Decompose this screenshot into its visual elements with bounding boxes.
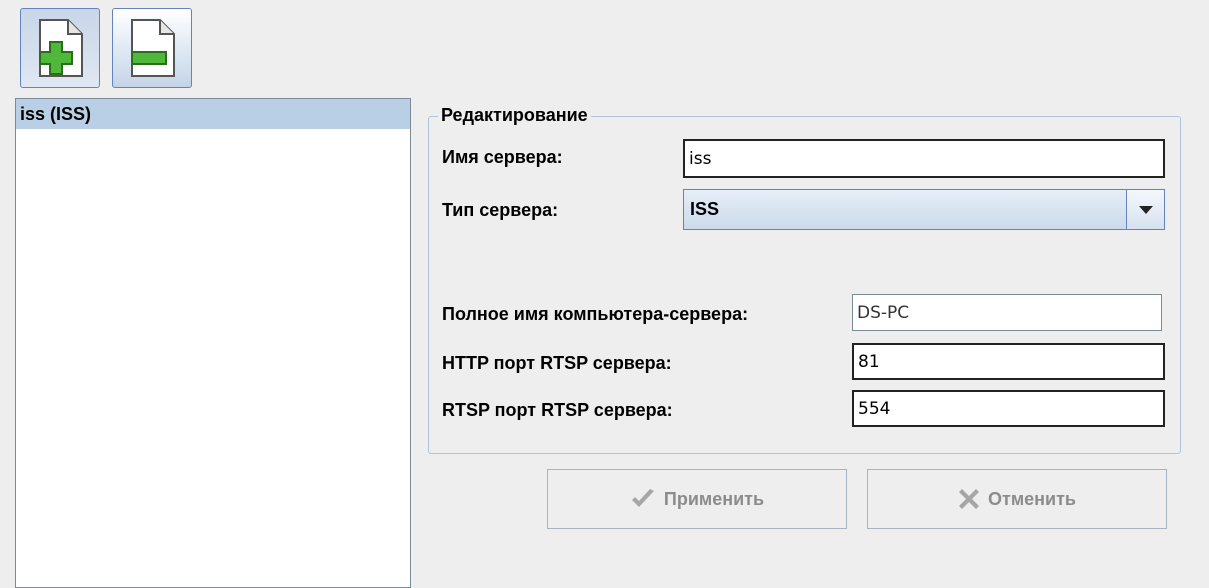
hostname-field: DS-PC xyxy=(852,294,1162,331)
hostname-label: Полное имя компьютера-сервера: xyxy=(442,304,749,324)
http-port-input[interactable]: 81 xyxy=(852,343,1165,380)
http-port-label: HTTP порт RTSP сервера: xyxy=(442,353,672,373)
server-type-label: Тип сервера: xyxy=(442,200,559,220)
server-list[interactable]: iss (ISS) xyxy=(15,98,411,588)
rtsp-port-input[interactable]: 554 xyxy=(852,390,1165,427)
apply-button[interactable]: Применить xyxy=(547,469,847,529)
checkmark-icon xyxy=(631,489,654,507)
server-name-input[interactable]: iss xyxy=(683,139,1165,178)
cancel-button[interactable]: Отменить xyxy=(867,469,1167,529)
page-remove-icon xyxy=(131,19,175,77)
apply-label: Применить xyxy=(663,488,765,509)
remove-server-button[interactable] xyxy=(112,8,192,88)
add-server-button[interactable] xyxy=(20,8,100,88)
rtsp-port-label: RTSP порт RTSP сервера: xyxy=(442,400,673,420)
cross-icon xyxy=(959,489,980,509)
cancel-label: Отменить xyxy=(988,488,1076,509)
chevron-down-icon[interactable] xyxy=(1126,190,1164,229)
server-name-label: Имя сервера: xyxy=(442,147,563,167)
server-type-select[interactable]: ISS xyxy=(683,189,1165,230)
page-add-icon xyxy=(39,19,83,77)
list-item[interactable]: iss (ISS) xyxy=(16,99,410,129)
server-type-value: ISS xyxy=(690,199,720,219)
group-title: Редактирование xyxy=(438,103,591,127)
